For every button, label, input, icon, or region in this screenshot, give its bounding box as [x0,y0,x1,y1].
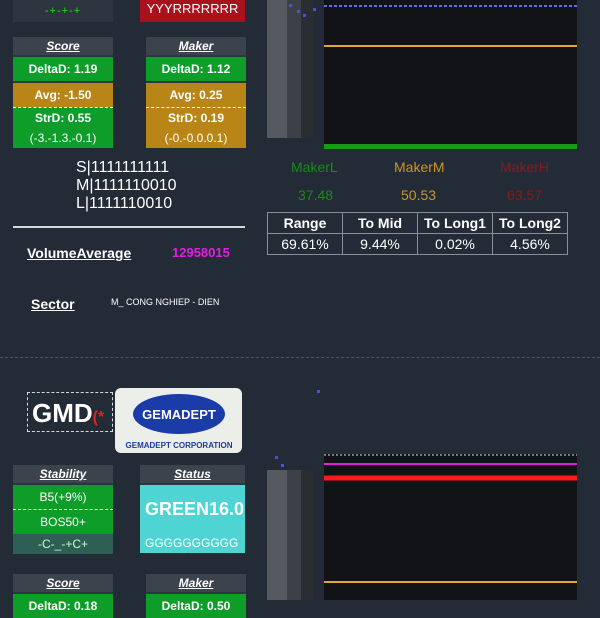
price-chart-top-svg [267,0,577,149]
volume-bar-2 [287,470,301,600]
company-logo: GEMADEPT GEMADEPT CORPORATION [115,388,242,453]
maker2-delta: DeltaD: 0.50 [146,594,246,618]
ticker-marker: (* [92,409,105,426]
maker-card: Maker DeltaD: 1.12 Avg: 0.25 StrD: 0.19 … [146,37,246,148]
slm-s: S|1111111111 [76,159,170,176]
score-strd: StrD: 0.55 [13,107,113,128]
metrics-value: 9.44% [342,233,418,255]
metrics-header: To Mid [342,212,418,234]
maker-mid-label: MakerM [394,159,445,175]
metrics-header: To Long1 [417,212,493,234]
dot [281,464,284,467]
top-stability-value: -+-+-+ [44,5,82,17]
maker-mid-value: 50.53 [401,187,437,203]
volume-label: VolumeAverage [27,245,132,261]
price-chart-bottom-svg [267,390,577,600]
stability-row1: B5(+9%) [13,485,113,509]
dot [317,390,320,393]
top-status-badge: YYYRRRRRRR [140,0,245,22]
slm-l: L|1111110010 [76,195,173,212]
metrics-table: Range To Mid To Long1 To Long2 69.61% 9.… [267,212,568,255]
maker-card-title: Maker [146,37,246,55]
plot-area [324,0,577,145]
slm-m: M|1111110010 [76,177,177,194]
divider [13,226,245,228]
dot [297,10,300,13]
stability-card-title: Stability [13,465,113,483]
stability-row2: BOS50+ [13,509,113,534]
maker-delta: DeltaD: 1.12 [146,57,246,81]
ticker-symbol: GMD [32,398,93,428]
ticker-box[interactable]: GMD(* [27,392,113,432]
volume-bar-3 [301,0,313,138]
maker-high-label: MakerH [500,159,550,175]
stability-row3: -C-_-+C+ [13,534,113,554]
dot [289,4,292,7]
score-card-title: Score [13,37,113,55]
score-range: (-3.-1.3.-0.1) [13,128,113,148]
status-value: GREEN16.0 [140,485,245,533]
status-card: Status GREEN16.0 GGGGGGGGGG [140,465,245,553]
maker-card-2-title: Maker [146,574,246,592]
section-divider [0,357,600,358]
maker-range: (-0.-0.0.0.1) [146,128,246,148]
score-avg: Avg: -1.50 [13,83,113,107]
volume-bar-1 [267,0,287,138]
top-stability-badge: -+-+-+ [13,0,113,22]
logo-subtitle: GEMADEPT CORPORATION [126,441,233,450]
sector-label: Sector [31,296,75,312]
status-card-title: Status [140,465,245,483]
score2-delta: DeltaD: 0.18 [13,594,113,618]
metrics-header: To Long2 [492,212,568,234]
metrics-header-row: Range To Mid To Long1 To Long2 [267,212,568,234]
score-card-2-title: Score [13,574,113,592]
slm-block: S|1111111111 M|1111110010 L|1111110010 [76,159,177,213]
price-chart-top [267,0,577,150]
dot [303,14,306,17]
metrics-value-row: 69.61% 9.44% 0.02% 4.56% [267,233,568,255]
volume-bar-3 [301,470,313,600]
dot [313,8,316,11]
metrics-value: 69.61% [267,233,343,255]
status-sub: GGGGGGGGGG [140,533,245,553]
volume-bar-1 [267,470,287,600]
logo-text: GEMADEPT [142,407,216,422]
maker-low-value: 37.48 [298,187,334,203]
sector-value: M_ CONG NGHIEP - DIEN [111,297,220,307]
maker-high-value: 63.57 [507,187,543,203]
metrics-value: 4.56% [492,233,568,255]
maker-avg: Avg: 0.25 [146,83,246,107]
price-chart-bottom [267,388,577,600]
metrics-header: Range [267,212,343,234]
maker-low-label: MakerL [291,159,338,175]
bottom-bar [324,144,577,149]
score-delta: DeltaD: 1.19 [13,57,113,81]
volume-bar-2 [287,0,301,138]
volume-value: 12958015 [172,245,230,260]
maker-strd: StrD: 0.19 [146,107,246,128]
stability-card: Stability B5(+9%) BOS50+ -C-_-+C+ [13,465,113,554]
dot [275,456,278,459]
score-card: Score DeltaD: 1.19 Avg: -1.50 StrD: 0.55… [13,37,113,148]
metrics-value: 0.02% [417,233,493,255]
logo-svg: GEMADEPT GEMADEPT CORPORATION [126,394,233,450]
maker-card-2: Maker DeltaD: 0.50 [146,574,246,618]
top-status-value: YYYRRRRRRR [146,1,239,16]
score-card-2: Score DeltaD: 0.18 [13,574,113,618]
